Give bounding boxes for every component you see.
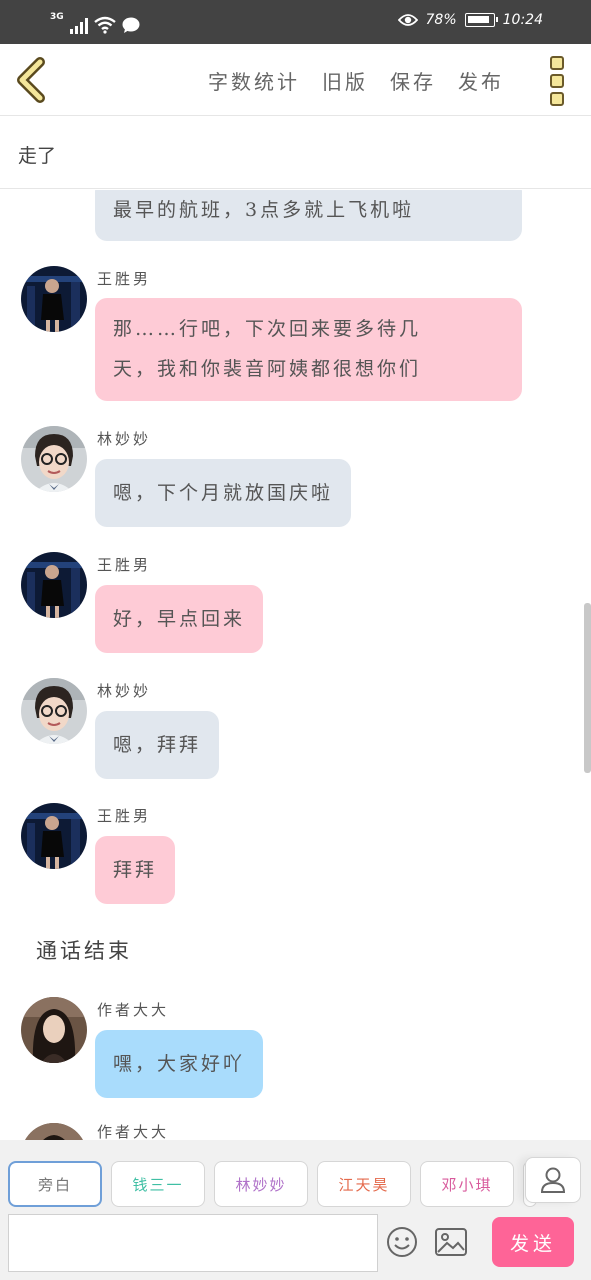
send-label: 发送 [509, 1232, 556, 1255]
message-text: 嗯，下个月就放国庆啦 [113, 482, 334, 504]
back-button[interactable] [12, 56, 56, 104]
character-name: 钱三一 [132, 1175, 184, 1194]
avatar-lin-miaomiao[interactable] [21, 678, 87, 744]
avatar-author[interactable] [21, 1123, 87, 1140]
person-icon [540, 1167, 566, 1193]
smiley-icon[interactable] [386, 1226, 418, 1258]
chat-area[interactable]: 最早的航班，3点多就上飞机啦 王胜男 那……行吧，下次回来要多待几 天，我和你裴… [0, 190, 591, 1140]
eye-icon [397, 14, 418, 26]
old-version-button[interactable]: 旧版 [322, 66, 368, 95]
message-text: 好，早点回来 [113, 608, 246, 630]
avatar-wang-shengnan[interactable] [21, 803, 87, 869]
save-button[interactable]: 保存 [390, 66, 436, 95]
sender-name: 林妙妙 [97, 430, 152, 448]
sender-name: 作者大大 [97, 1001, 170, 1019]
avatar-lin-miaomiao[interactable] [21, 426, 87, 492]
message-bubble[interactable]: 最早的航班，3点多就上飞机啦 [95, 190, 522, 241]
message-text: 嘿，大家好吖 [113, 1053, 246, 1075]
image-icon[interactable] [435, 1228, 467, 1256]
message-text-line: 那……行吧，下次回来要多待几 [113, 318, 422, 340]
avatar-wang-shengnan[interactable] [21, 266, 87, 332]
publish-button[interactable]: 发布 [458, 66, 504, 95]
character-name: 旁白 [37, 1175, 72, 1194]
message-bubble[interactable]: 嗯，下个月就放国庆啦 [95, 459, 352, 527]
character-name: 邓小琪 [441, 1175, 493, 1194]
battery-icon [464, 13, 498, 27]
chevron-left-icon [17, 57, 45, 103]
message-bubble[interactable]: 嘿，大家好吖 [95, 1030, 264, 1098]
character-name: 林妙妙 [235, 1175, 287, 1194]
status-bar: 3G 78% 10:24 [0, 0, 591, 44]
message-bubble[interactable]: 嗯，拜拜 [95, 711, 220, 779]
battery-percent: 78% [425, 12, 457, 28]
signal-icon [69, 16, 88, 34]
word-count-button[interactable]: 字数统计 [208, 66, 300, 95]
character-chip-narrator[interactable]: 旁白 [8, 1161, 102, 1207]
editor-toolbar: 字数统计 旧版 保存 发布 [0, 44, 591, 116]
character-chip-deng-xiaoqi[interactable]: 邓小琪 [420, 1161, 514, 1207]
toolbar-actions: 字数统计 旧版 保存 发布 [208, 66, 504, 95]
character-name: 江天昊 [338, 1175, 390, 1194]
message-icon [122, 17, 140, 33]
message-text: 最早的航班，3点多就上飞机啦 [113, 199, 415, 221]
message-bubble[interactable]: 好，早点回来 [95, 585, 264, 653]
character-chip-lin-miaomiao[interactable]: 林妙妙 [214, 1161, 308, 1207]
chapter-title-field[interactable]: 走了 [0, 117, 591, 189]
narration-text[interactable]: 通话结束 [36, 935, 132, 965]
wifi-icon [93, 16, 116, 34]
more-vertical-icon[interactable] [550, 56, 568, 106]
sender-name: 王胜男 [97, 270, 152, 288]
chat-scrollbar[interactable] [584, 603, 591, 773]
sender-name: 王胜男 [97, 556, 152, 574]
sender-name: 林妙妙 [97, 682, 152, 700]
character-chip-jiang-tianhao[interactable]: 江天昊 [317, 1161, 411, 1207]
character-manager-button[interactable] [525, 1157, 581, 1203]
message-input[interactable] [8, 1214, 378, 1272]
send-button[interactable]: 发送 [492, 1217, 574, 1267]
status-left: 3G [50, 12, 140, 34]
avatar-author[interactable] [21, 997, 87, 1063]
sender-name: 作者大大 [97, 1123, 170, 1140]
character-selector: 旁白 钱三一 林妙妙 江天昊 邓小琪 [8, 1161, 537, 1207]
message-text: 嗯，拜拜 [113, 734, 202, 756]
message-text-line: 天，我和你裴音阿姨都很想你们 [113, 358, 422, 380]
message-bubble[interactable]: 拜拜 [95, 836, 176, 904]
composer-panel: 旁白 钱三一 林妙妙 江天昊 邓小琪 发送 [0, 1140, 591, 1280]
sender-name: 王胜男 [97, 807, 152, 825]
network-type: 3G [50, 12, 64, 22]
message-bubble[interactable]: 那……行吧，下次回来要多待几 天，我和你裴音阿姨都很想你们 [95, 298, 522, 401]
clock: 10:24 [502, 12, 543, 28]
character-chip-qian-sanyi[interactable]: 钱三一 [111, 1161, 205, 1207]
message-text: 拜拜 [113, 859, 158, 881]
avatar-wang-shengnan[interactable] [21, 552, 87, 618]
chapter-title: 走了 [18, 145, 57, 167]
status-right: 78% 10:24 [397, 12, 543, 28]
